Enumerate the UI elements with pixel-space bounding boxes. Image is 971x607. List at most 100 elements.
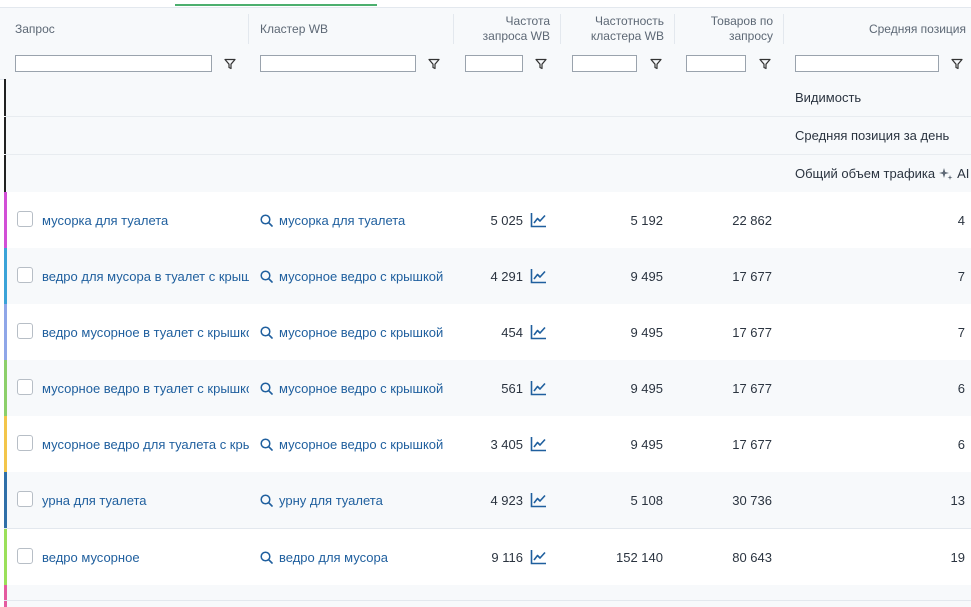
cluster-frequency-filter-input[interactable] [572, 55, 637, 72]
table-row[interactable]: мусорка для туалета мусорка для туалета 5 … [4, 192, 971, 249]
cluster-text: урну для туалета [279, 492, 383, 508]
filter-icon[interactable] [535, 58, 547, 70]
cluster-link[interactable]: мусорное ведро с крышкой [260, 360, 455, 416]
row-checkbox[interactable] [17, 379, 33, 395]
query-frequency: 3 405 [490, 436, 523, 452]
cluster-link[interactable]: мусорка для туалета [260, 192, 455, 248]
aggregate-row-traffic: Общий объем трафика AI [4, 155, 971, 193]
column-divider[interactable] [560, 14, 561, 44]
query-link[interactable]: мусорка для туалета [42, 192, 249, 248]
column-divider[interactable] [453, 14, 454, 44]
cluster-link[interactable]: урну для туалета [260, 472, 455, 528]
filter-icon[interactable] [951, 58, 963, 70]
query-frequency: 5 025 [490, 212, 523, 228]
filter-icon[interactable] [428, 58, 440, 70]
cluster-link[interactable]: мусорное ведро с крышкой [260, 416, 455, 472]
search-icon [260, 325, 273, 339]
query-link[interactable]: ведро для мусора в туалет с крышкой [42, 248, 249, 304]
row-checkbox[interactable] [17, 548, 33, 564]
avg-position-day-label: Средняя позиция за день [795, 128, 950, 143]
cluster-link[interactable]: мусорное ведро с крышкой [260, 248, 455, 304]
frequency-filter-input[interactable] [465, 55, 523, 72]
row-color-marker [4, 416, 7, 472]
goods-count: 30 736 [732, 492, 772, 508]
row-color-marker [4, 585, 7, 607]
search-icon [260, 550, 273, 564]
aggregate-marker [4, 79, 6, 116]
row-checkbox[interactable] [17, 491, 33, 507]
aggregate-row-avg-position: Средняя позиция за день [4, 117, 971, 155]
trend-chart-icon[interactable] [530, 324, 547, 340]
search-icon [260, 269, 273, 283]
filter-icon[interactable] [224, 58, 236, 70]
row-checkbox[interactable] [17, 323, 33, 339]
row-color-marker [4, 529, 7, 585]
table-row[interactable]: ведро мусорное в туалет с крышкой мусорно… [4, 304, 971, 361]
row-checkbox[interactable] [17, 211, 33, 227]
cluster-text: мусорка для туалета [279, 212, 406, 228]
query-link[interactable]: мусорное ведро для туалета с крышкой [42, 416, 249, 472]
partial-row [4, 585, 971, 607]
filter-icon[interactable] [759, 58, 771, 70]
cluster-link[interactable]: ведро для мусора [260, 529, 455, 585]
sparkle-icon[interactable] [939, 167, 953, 181]
column-divider[interactable] [248, 14, 249, 44]
row-color-marker [4, 472, 7, 528]
goods-count: 17 677 [732, 324, 772, 340]
active-tab-indicator [175, 4, 377, 6]
query-link[interactable]: ведро мусорное [42, 529, 249, 585]
column-header-frequency[interactable]: Частота запроса WB [456, 8, 550, 50]
goods-count: 22 862 [732, 212, 772, 228]
row-checkbox[interactable] [17, 435, 33, 451]
avg-position-filter-input[interactable] [795, 55, 939, 72]
query-link[interactable]: урна для туалета [42, 472, 249, 528]
column-divider[interactable] [674, 14, 675, 44]
table-row[interactable]: урна для туалета урну для туалета 4 923 5 1… [4, 472, 971, 529]
trend-chart-icon[interactable] [530, 212, 547, 228]
cluster-link[interactable]: мусорное ведро с крышкой [260, 304, 455, 360]
cluster-frequency: 5 108 [630, 492, 663, 508]
column-header-cluster-frequency[interactable]: Частотность кластера WB [563, 8, 664, 50]
row-color-marker [4, 248, 7, 304]
ai-label[interactable]: AI [957, 166, 969, 181]
column-header-cluster-frequency-line2: кластера WB [590, 29, 664, 43]
table-row[interactable]: мусорное ведро для туалета с крышкой мусо… [4, 416, 971, 473]
column-header-cluster[interactable]: Кластер WB [260, 8, 450, 50]
cluster-text: мусорное ведро с крышкой [279, 380, 444, 396]
trend-chart-icon[interactable] [530, 436, 547, 452]
table-row[interactable]: мусорное ведро в туалет с крышкой мусорно… [4, 360, 971, 417]
trend-chart-icon[interactable] [530, 492, 547, 508]
total-traffic-text: Общий объем трафика [795, 166, 936, 181]
column-header-frequency-line2: запроса WB [482, 29, 550, 43]
avg-position-value: 19 [950, 549, 965, 565]
query-link[interactable]: ведро мусорное в туалет с крышкой [42, 304, 249, 360]
trend-chart-icon[interactable] [530, 268, 547, 284]
trend-chart-icon[interactable] [530, 380, 547, 396]
query-link[interactable]: мусорное ведро в туалет с крышкой [42, 360, 249, 416]
cluster-filter-input[interactable] [260, 55, 416, 72]
table-row[interactable]: ведро мусорное ведро для мусора 9 116 152 1… [4, 529, 971, 586]
search-icon [260, 493, 273, 507]
aggregate-marker [4, 155, 6, 192]
table-header: Запрос Кластер WB Частота запроса WB Част… [0, 7, 971, 51]
filter-row [0, 50, 971, 80]
column-header-avg-position[interactable]: Средняя позиция [786, 8, 966, 50]
column-divider[interactable] [783, 14, 784, 44]
trend-chart-icon[interactable] [530, 549, 547, 565]
aggregate-marker [4, 117, 6, 154]
table-row[interactable]: ведро для мусора в туалет с крышкой мусор… [4, 248, 971, 305]
column-header-query[interactable]: Запрос [15, 8, 245, 50]
cluster-frequency: 152 140 [616, 549, 663, 565]
cluster-text: ведро для мусора [279, 549, 388, 565]
cluster-frequency: 9 495 [630, 324, 663, 340]
total-traffic-label: Общий объем трафика AI [795, 155, 969, 192]
column-header-goods[interactable]: Товаров по запросу [677, 8, 773, 50]
search-icon [260, 213, 273, 227]
row-color-marker [4, 360, 7, 416]
cluster-text: мусорное ведро с крышкой [279, 268, 444, 284]
column-header-cluster-frequency-line1: Частотность [595, 14, 664, 28]
filter-icon[interactable] [650, 58, 662, 70]
goods-filter-input[interactable] [686, 55, 746, 72]
row-checkbox[interactable] [17, 267, 33, 283]
query-filter-input[interactable] [15, 55, 212, 72]
